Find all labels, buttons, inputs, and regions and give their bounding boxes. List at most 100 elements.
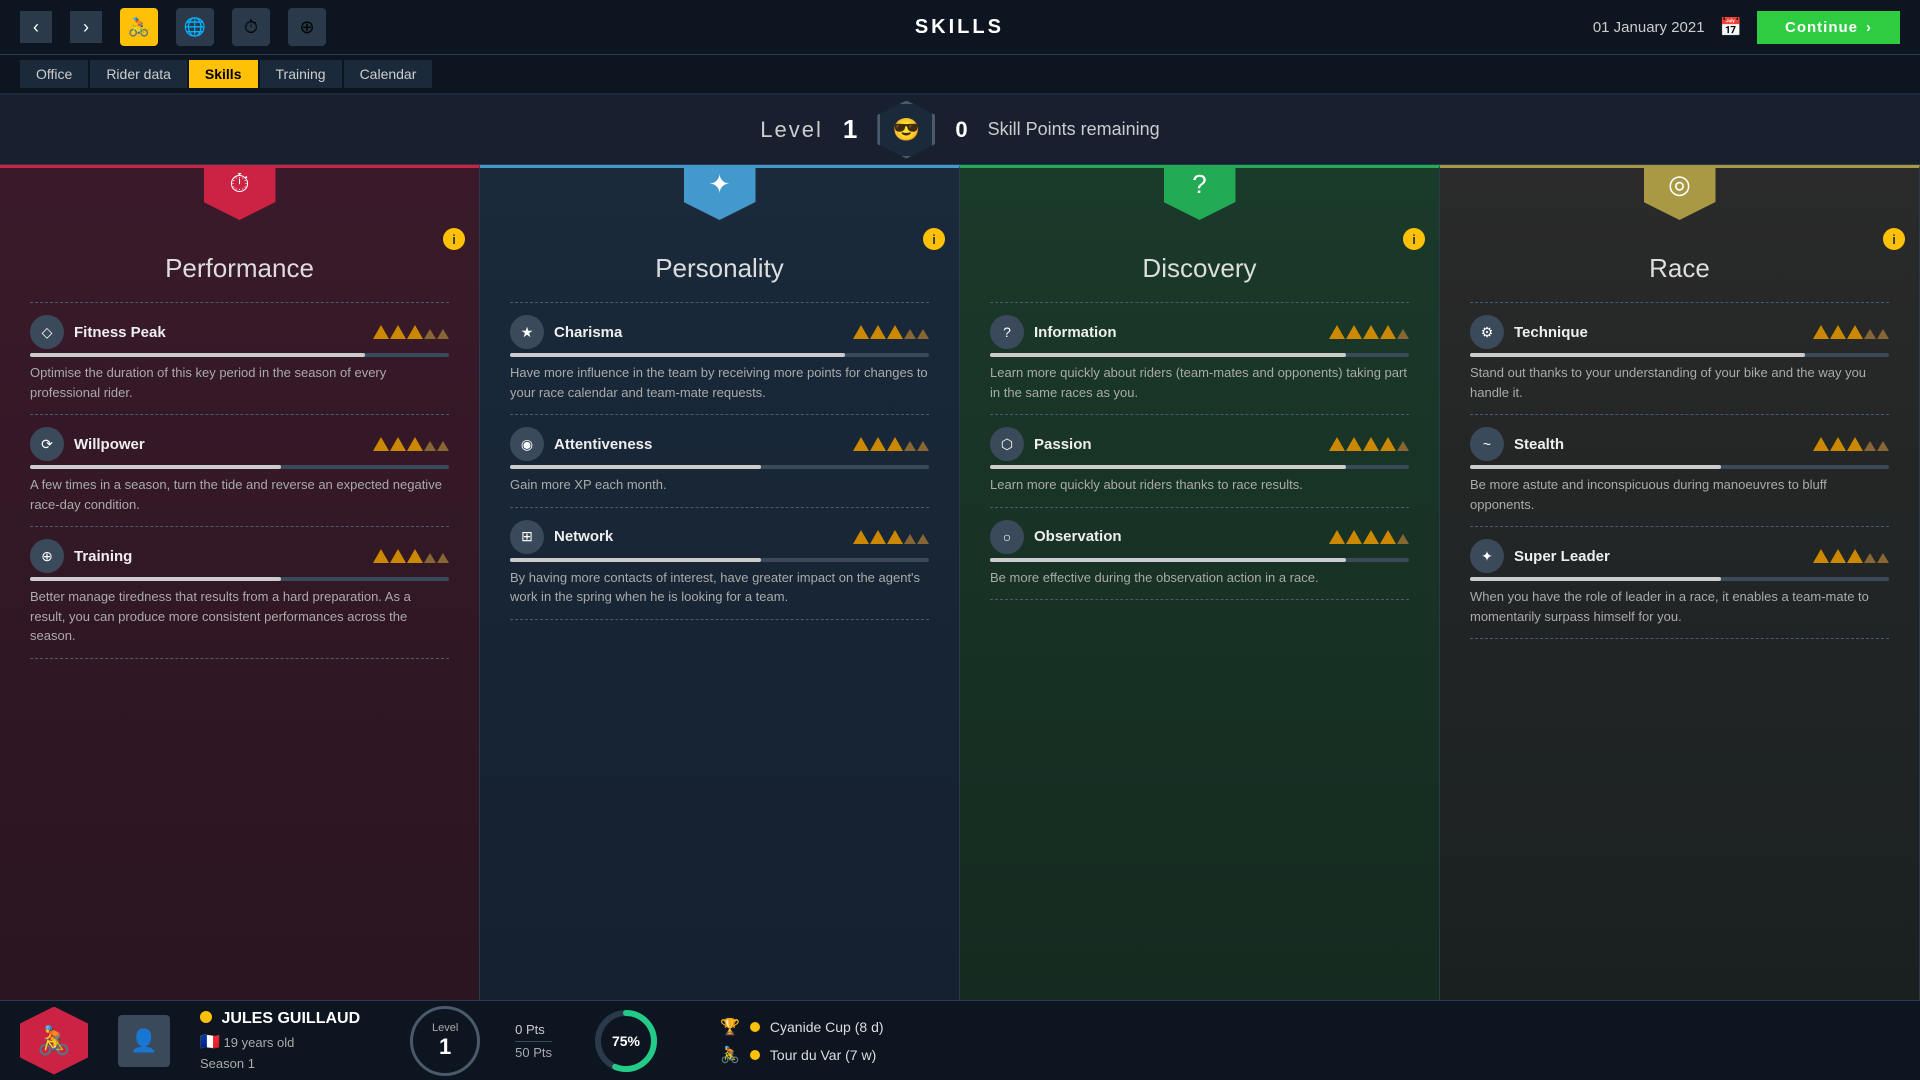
information-desc: Learn more quickly about riders (team-ma… <box>990 363 1409 402</box>
information-stars <box>1329 325 1409 339</box>
continue-button[interactable]: Continue › <box>1757 11 1900 44</box>
race-info-button[interactable]: i <box>1883 228 1905 250</box>
super-leader-name: Super Leader <box>1514 548 1803 565</box>
observation-name: Observation <box>1034 528 1319 545</box>
card-performance: ⏱ i Performance ◇ Fitness Peak Optimise … <box>0 165 480 1000</box>
avatar-hex: 😎 <box>877 101 935 159</box>
discovery-info-button[interactable]: i <box>1403 228 1425 250</box>
rider-nav-button[interactable]: 🚴 <box>120 8 158 46</box>
skill-points-label: Skill Points remaining <box>988 119 1160 140</box>
technique-stars <box>1813 325 1889 339</box>
card-personality: ✦ i Personality ★ Charisma Have more inf… <box>480 165 960 1000</box>
skill-passion: ⬡ Passion Learn more quickly about rider… <box>990 427 1409 495</box>
stats-nav-button[interactable]: ⊕ <box>288 8 326 46</box>
network-desc: By having more contacts of interest, hav… <box>510 568 929 607</box>
race-name-2: Tour du Var (7 w) <box>770 1047 876 1063</box>
tab-training[interactable]: Training <box>260 60 342 88</box>
skill-network: ⊞ Network By having more contacts of int… <box>510 520 929 607</box>
nav-arrows: ‹ › 🚴 🌐 ⏱ ⊕ <box>20 8 326 46</box>
rider-team-jersey: 🚴 <box>20 1007 88 1075</box>
fitness-peak-stars <box>373 325 449 339</box>
pts-current: 0 Pts <box>515 1022 552 1037</box>
cycling-icon: 🚴 <box>720 1045 740 1065</box>
attentiveness-name: Attentiveness <box>554 436 843 453</box>
fitness-peak-icon: ◇ <box>30 315 64 349</box>
globe-nav-button[interactable]: 🌐 <box>176 8 214 46</box>
level-label: Level <box>760 117 823 143</box>
nav-row: Office Rider data Skills Training Calend… <box>0 55 1920 95</box>
performance-hex-icon: ⏱ <box>204 165 276 220</box>
skill-super-leader: ✦ Super Leader When you have the role of… <box>1470 539 1889 626</box>
skill-stealth: ~ Stealth Be more astute and inconspicuo… <box>1470 427 1889 514</box>
progress-pct: 75% <box>612 1033 640 1049</box>
fitness-peak-desc: Optimise the duration of this key period… <box>30 363 449 402</box>
race-title: Race <box>1470 253 1889 284</box>
willpower-icon: ⟳ <box>30 427 64 461</box>
skill-charisma: ★ Charisma Have more influence in the te… <box>510 315 929 402</box>
observation-icon: ○ <box>990 520 1024 554</box>
passion-desc: Learn more quickly about riders thanks t… <box>990 475 1409 495</box>
observation-stars <box>1329 530 1409 544</box>
forward-button[interactable]: › <box>70 11 102 43</box>
level-number: 1 <box>843 114 857 145</box>
charisma-desc: Have more influence in the team by recei… <box>510 363 929 402</box>
charisma-stars <box>853 325 929 339</box>
willpower-stars <box>373 437 449 451</box>
top-bar: ‹ › 🚴 🌐 ⏱ ⊕ SKILLS 01 January 2021 📅 Con… <box>0 0 1920 55</box>
technique-icon: ⚙ <box>1470 315 1504 349</box>
level-circle-label: Level <box>432 1022 458 1034</box>
page-title: SKILLS <box>915 16 1004 39</box>
personality-title: Personality <box>510 253 929 284</box>
race-dot-2 <box>750 1050 760 1060</box>
clock-nav-button[interactable]: ⏱ <box>232 8 270 46</box>
discovery-title: Discovery <box>990 253 1409 284</box>
super-leader-icon: ✦ <box>1470 539 1504 573</box>
technique-desc: Stand out thanks to your understanding o… <box>1470 363 1889 402</box>
date-display: 01 January 2021 <box>1593 19 1705 36</box>
level-circle-num: 1 <box>439 1034 451 1060</box>
attentiveness-icon: ◉ <box>510 427 544 461</box>
trophy-icon: 🏆 <box>720 1017 740 1037</box>
willpower-desc: A few times in a season, turn the tide a… <box>30 475 449 514</box>
charisma-icon: ★ <box>510 315 544 349</box>
tab-calendar[interactable]: Calendar <box>344 60 433 88</box>
rider-age: 🇫🇷 19 years old <box>200 1032 360 1052</box>
information-name: Information <box>1034 324 1319 341</box>
stealth-desc: Be more astute and inconspicuous during … <box>1470 475 1889 514</box>
level-circle: Level 1 <box>410 1006 480 1076</box>
passion-icon: ⬡ <box>990 427 1024 461</box>
discovery-hex-icon: ? <box>1164 165 1236 220</box>
tab-rider-data[interactable]: Rider data <box>90 60 187 88</box>
network-icon: ⊞ <box>510 520 544 554</box>
information-icon: ? <box>990 315 1024 349</box>
skill-observation: ○ Observation Be more effective during t… <box>990 520 1409 588</box>
observation-desc: Be more effective during the observation… <box>990 568 1409 588</box>
rider-info: JULES GUILLAUD 🇫🇷 19 years old Season 1 <box>200 1010 360 1071</box>
race-row-2: 🚴 Tour du Var (7 w) <box>720 1045 1900 1065</box>
rider-name: JULES GUILLAUD <box>200 1010 360 1028</box>
pts-total: 50 Pts <box>515 1041 552 1060</box>
race-name-1: Cyanide Cup (8 d) <box>770 1019 884 1035</box>
personality-hex-icon: ✦ <box>684 165 756 220</box>
personality-info-button[interactable]: i <box>923 228 945 250</box>
tab-office[interactable]: Office <box>20 60 88 88</box>
race-row-1: 🏆 Cyanide Cup (8 d) <box>720 1017 1900 1037</box>
training-desc: Better manage tiredness that results fro… <box>30 587 449 646</box>
tab-skills[interactable]: Skills <box>189 60 258 88</box>
technique-name: Technique <box>1514 324 1803 341</box>
race-dot-1 <box>750 1022 760 1032</box>
skill-training: ⊕ Training Better manage tiredness that … <box>30 539 449 646</box>
training-stars <box>373 549 449 563</box>
performance-info-button[interactable]: i <box>443 228 465 250</box>
passion-stars <box>1329 437 1409 451</box>
card-race: ◎ i Race ⚙ Technique Stand out thanks to… <box>1440 165 1920 1000</box>
nav-tabs: Office Rider data Skills Training Calend… <box>20 60 432 88</box>
network-name: Network <box>554 528 843 545</box>
skill-attentiveness: ◉ Attentiveness Gain more XP each month. <box>510 427 929 495</box>
calendar-icon[interactable]: 📅 <box>1720 17 1742 38</box>
progress-circle: 75% <box>592 1007 660 1075</box>
skill-fitness-peak: ◇ Fitness Peak Optimise the duration of … <box>30 315 449 402</box>
bottom-bar: 🚴 👤 JULES GUILLAUD 🇫🇷 19 years old Seaso… <box>0 1000 1920 1080</box>
super-leader-stars <box>1813 549 1889 563</box>
back-button[interactable]: ‹ <box>20 11 52 43</box>
